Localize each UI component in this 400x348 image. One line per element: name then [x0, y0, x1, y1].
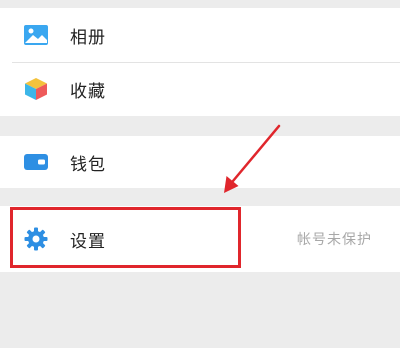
cube-icon [22, 75, 50, 103]
menu-item-favorites[interactable]: 收藏 [0, 62, 400, 116]
menu-item-album-label: 相册 [70, 27, 106, 48]
menu-item-wallet[interactable]: 钱包 [0, 136, 400, 188]
menu-item-album[interactable]: 相册 [0, 8, 400, 62]
menu-item-wallet-label: 钱包 [70, 154, 106, 175]
top-strip [0, 0, 400, 8]
menu-item-favorites-label: 收藏 [70, 81, 106, 102]
account-unprotected-note: 帐号未保护 [297, 232, 372, 248]
image-icon [22, 21, 50, 49]
wallet-icon [22, 148, 50, 176]
annotation-highlight-box [10, 207, 241, 268]
